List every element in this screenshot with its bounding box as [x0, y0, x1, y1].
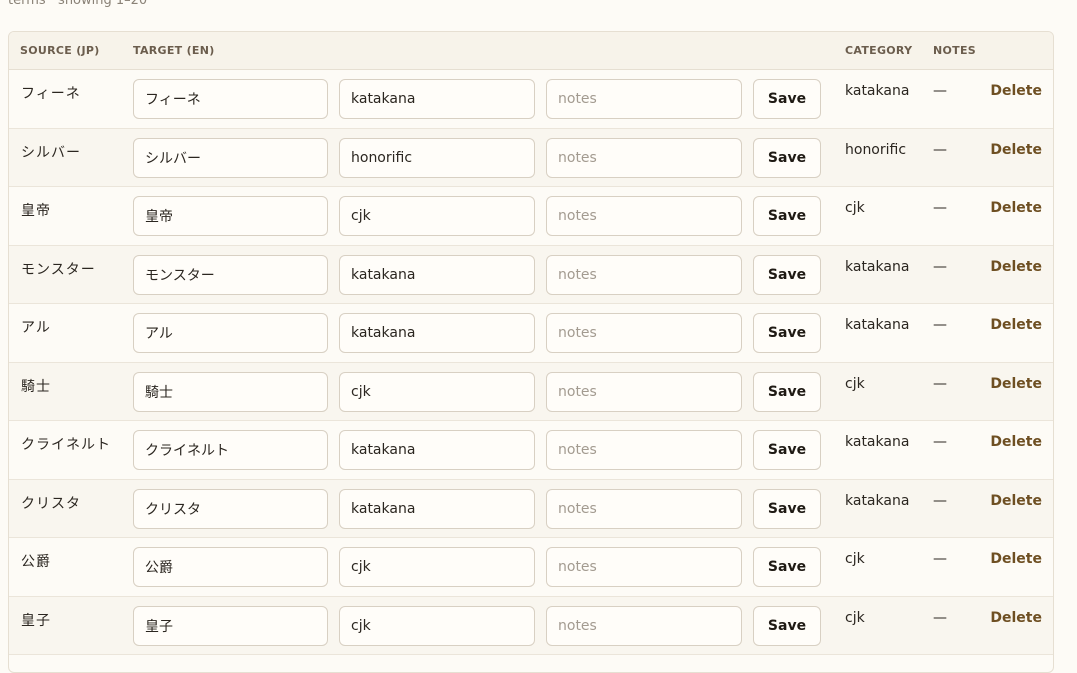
notes-input[interactable] — [546, 547, 742, 587]
source-term: クリスタ — [21, 495, 81, 512]
notes-input[interactable] — [546, 371, 742, 412]
source-term: 皇子 — [21, 612, 51, 629]
notes-value: — — [933, 551, 947, 567]
target-input[interactable] — [133, 371, 328, 412]
category-value: katakana — [845, 258, 910, 275]
target-input[interactable] — [133, 313, 328, 353]
table-row: クライネルト Save katakana — Delete — [9, 421, 1053, 480]
category-input[interactable] — [339, 430, 535, 470]
category-value: katakana — [845, 83, 910, 99]
notes-value: — — [933, 609, 947, 626]
category-input[interactable] — [339, 605, 535, 646]
notes-input[interactable] — [546, 605, 742, 646]
table-row: 公爵 Save cjk — Delete — [9, 538, 1053, 597]
target-input[interactable] — [133, 430, 328, 470]
header-source: SOURCE (JP) — [20, 44, 100, 57]
terms-table: SOURCE (JP) TARGET (EN) CATEGORY NOTES フ… — [8, 31, 1054, 673]
source-term: フィーネ — [21, 86, 81, 102]
notes-value: — — [933, 492, 947, 509]
header-category: CATEGORY — [845, 44, 913, 57]
notes-input[interactable] — [546, 79, 742, 119]
target-input[interactable] — [133, 605, 328, 646]
table-row: クリスタ Save katakana — Delete — [9, 479, 1053, 538]
notes-input[interactable] — [546, 137, 742, 178]
delete-link[interactable]: Delete — [990, 317, 1042, 333]
delete-link[interactable]: Delete — [990, 434, 1042, 450]
delete-link[interactable]: Delete — [990, 376, 1042, 392]
category-input[interactable] — [339, 137, 535, 178]
save-button[interactable]: Save — [753, 196, 821, 236]
delete-link[interactable]: Delete — [990, 551, 1042, 567]
save-button[interactable]: Save — [753, 137, 821, 178]
target-input[interactable] — [133, 137, 328, 178]
category-input[interactable] — [339, 254, 535, 295]
delete-link[interactable]: Delete — [990, 142, 1042, 158]
category-input[interactable] — [339, 547, 535, 587]
category-value: katakana — [845, 434, 910, 450]
category-value: cjk — [845, 200, 865, 216]
table-header: SOURCE (JP) TARGET (EN) CATEGORY NOTES — [9, 32, 1053, 70]
save-button[interactable]: Save — [753, 430, 821, 470]
save-button[interactable]: Save — [753, 371, 821, 412]
category-input[interactable] — [339, 488, 535, 529]
delete-link[interactable]: Delete — [990, 200, 1042, 216]
table-row: モンスター Save katakana — Delete — [9, 245, 1053, 304]
notes-input[interactable] — [546, 254, 742, 295]
save-button[interactable]: Save — [753, 79, 821, 119]
delete-link[interactable]: Delete — [990, 259, 1042, 275]
delete-link[interactable]: Delete — [990, 83, 1042, 99]
category-input[interactable] — [339, 371, 535, 412]
category-value: cjk — [845, 375, 865, 392]
table-row: 皇子 Save cjk — Delete — [9, 596, 1053, 655]
target-input[interactable] — [133, 488, 328, 529]
source-term: 騎士 — [21, 378, 51, 395]
table-body: フィーネ Save katakana — Delete シルバー Save ho… — [9, 70, 1053, 655]
category-input[interactable] — [339, 79, 535, 119]
header-target: TARGET (EN) — [133, 44, 215, 57]
table-row: 皇帝 Save cjk — Delete — [9, 187, 1053, 246]
source-term: シルバー — [21, 144, 81, 161]
category-input[interactable] — [339, 313, 535, 353]
target-input[interactable] — [133, 79, 328, 119]
notes-input[interactable] — [546, 313, 742, 353]
table-row: 騎士 Save cjk — Delete — [9, 362, 1053, 421]
category-input[interactable] — [339, 196, 535, 236]
notes-input[interactable] — [546, 196, 742, 236]
notes-value: — — [933, 317, 947, 333]
source-term: アル — [21, 320, 51, 336]
notes-input[interactable] — [546, 488, 742, 529]
notes-value: — — [933, 375, 947, 392]
category-value: katakana — [845, 492, 910, 509]
header-notes: NOTES — [933, 44, 976, 57]
save-button[interactable]: Save — [753, 605, 821, 646]
target-input[interactable] — [133, 547, 328, 587]
target-input[interactable] — [133, 254, 328, 295]
notes-value: — — [933, 200, 947, 216]
list-caption: terms · showing 1–20 — [8, 0, 148, 8]
save-button[interactable]: Save — [753, 313, 821, 353]
category-value: katakana — [845, 317, 910, 333]
notes-value: — — [933, 434, 947, 450]
delete-link[interactable]: Delete — [990, 610, 1042, 626]
source-term: 皇帝 — [21, 203, 51, 219]
save-button[interactable]: Save — [753, 547, 821, 587]
table-row: シルバー Save honorific — Delete — [9, 128, 1053, 187]
category-value: cjk — [845, 551, 865, 567]
source-term: 公爵 — [21, 554, 51, 570]
source-term: モンスター — [21, 261, 96, 278]
delete-link[interactable]: Delete — [990, 493, 1042, 509]
category-value: honorific — [845, 141, 907, 158]
category-value: cjk — [845, 609, 865, 626]
table-row: フィーネ Save katakana — Delete — [9, 70, 1053, 129]
save-button[interactable]: Save — [753, 488, 821, 529]
notes-value: — — [933, 83, 947, 99]
table-row: アル Save katakana — Delete — [9, 304, 1053, 363]
notes-value: — — [933, 258, 947, 275]
notes-value: — — [933, 141, 947, 158]
target-input[interactable] — [133, 196, 328, 236]
save-button[interactable]: Save — [753, 254, 821, 295]
notes-input[interactable] — [546, 430, 742, 470]
source-term: クライネルト — [21, 437, 111, 453]
